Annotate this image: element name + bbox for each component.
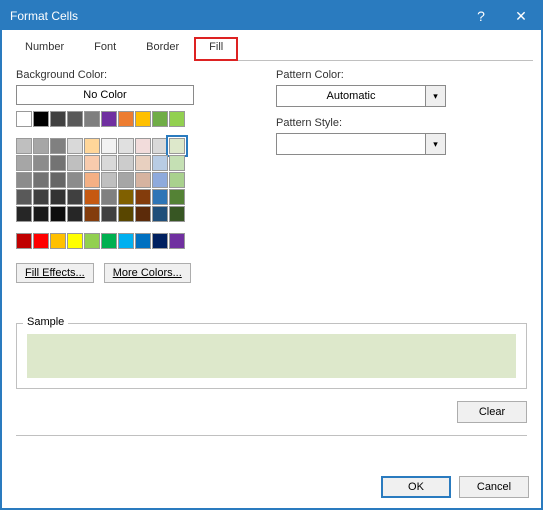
tab-border[interactable]: Border xyxy=(131,37,194,61)
color-swatch[interactable] xyxy=(33,206,49,222)
color-swatch[interactable] xyxy=(169,138,185,154)
color-swatch[interactable] xyxy=(84,111,100,127)
color-swatch[interactable] xyxy=(33,233,49,249)
color-swatch[interactable] xyxy=(16,111,32,127)
titlebar[interactable]: Format Cells ? ✕ xyxy=(2,2,541,30)
color-swatch[interactable] xyxy=(101,189,117,205)
color-swatch[interactable] xyxy=(169,155,185,171)
color-swatch[interactable] xyxy=(50,138,66,154)
color-swatch[interactable] xyxy=(50,172,66,188)
color-swatch[interactable] xyxy=(135,233,151,249)
chevron-down-icon[interactable]: ▾ xyxy=(425,86,445,106)
color-swatch[interactable] xyxy=(16,138,32,154)
color-swatch[interactable] xyxy=(67,206,83,222)
color-swatch[interactable] xyxy=(67,233,83,249)
sample-group: Sample xyxy=(16,323,527,389)
tab-strip: Number Font Border Fill xyxy=(2,30,541,60)
color-swatch[interactable] xyxy=(101,206,117,222)
more-colors-button[interactable]: More Colors... xyxy=(104,263,191,283)
color-swatch[interactable] xyxy=(118,155,134,171)
color-swatch[interactable] xyxy=(67,189,83,205)
color-swatch[interactable] xyxy=(16,155,32,171)
color-swatch[interactable] xyxy=(169,189,185,205)
tab-fill[interactable]: Fill xyxy=(194,37,238,61)
color-swatch[interactable] xyxy=(16,189,32,205)
color-swatch[interactable] xyxy=(118,138,134,154)
color-swatch[interactable] xyxy=(152,155,168,171)
pattern-color-combo[interactable]: Automatic ▾ xyxy=(276,85,446,107)
color-swatch[interactable] xyxy=(67,155,83,171)
color-swatch[interactable] xyxy=(50,206,66,222)
color-palette xyxy=(16,111,266,249)
color-swatch[interactable] xyxy=(152,189,168,205)
color-swatch[interactable] xyxy=(50,189,66,205)
color-swatch[interactable] xyxy=(135,172,151,188)
tab-number[interactable]: Number xyxy=(10,37,79,61)
pattern-style-label: Pattern Style: xyxy=(276,117,527,129)
color-swatch[interactable] xyxy=(16,172,32,188)
color-swatch[interactable] xyxy=(33,155,49,171)
color-swatch[interactable] xyxy=(101,172,117,188)
color-swatch[interactable] xyxy=(169,111,185,127)
color-swatch[interactable] xyxy=(84,233,100,249)
color-swatch[interactable] xyxy=(169,206,185,222)
color-swatch[interactable] xyxy=(50,155,66,171)
bgcolor-label: Background Color: xyxy=(16,69,266,81)
color-swatch[interactable] xyxy=(118,206,134,222)
color-swatch[interactable] xyxy=(84,206,100,222)
color-swatch[interactable] xyxy=(135,111,151,127)
fill-effects-button[interactable]: Fill Effects... xyxy=(16,263,94,283)
color-swatch[interactable] xyxy=(152,111,168,127)
color-swatch[interactable] xyxy=(50,233,66,249)
pattern-style-combo[interactable]: ▾ xyxy=(276,133,446,155)
color-swatch[interactable] xyxy=(118,189,134,205)
color-swatch[interactable] xyxy=(33,172,49,188)
sample-preview xyxy=(27,334,516,378)
color-swatch[interactable] xyxy=(135,206,151,222)
color-swatch[interactable] xyxy=(169,172,185,188)
color-swatch[interactable] xyxy=(118,172,134,188)
color-swatch[interactable] xyxy=(33,111,49,127)
pattern-style-value xyxy=(277,134,425,154)
color-swatch[interactable] xyxy=(84,189,100,205)
separator xyxy=(16,435,527,436)
color-swatch[interactable] xyxy=(84,138,100,154)
tab-font[interactable]: Font xyxy=(79,37,131,61)
color-swatch[interactable] xyxy=(101,138,117,154)
ok-button[interactable]: OK xyxy=(381,476,451,498)
color-swatch[interactable] xyxy=(101,233,117,249)
color-swatch[interactable] xyxy=(84,155,100,171)
color-swatch[interactable] xyxy=(118,111,134,127)
color-swatch[interactable] xyxy=(152,233,168,249)
chevron-down-icon[interactable]: ▾ xyxy=(425,134,445,154)
color-swatch[interactable] xyxy=(152,206,168,222)
color-swatch[interactable] xyxy=(152,138,168,154)
color-swatch[interactable] xyxy=(67,111,83,127)
color-swatch[interactable] xyxy=(33,189,49,205)
color-swatch[interactable] xyxy=(135,155,151,171)
help-button[interactable]: ? xyxy=(461,2,501,30)
dialog-title: Format Cells xyxy=(10,9,461,23)
color-swatch[interactable] xyxy=(152,172,168,188)
color-swatch[interactable] xyxy=(84,172,100,188)
color-swatch[interactable] xyxy=(50,111,66,127)
no-color-button[interactable]: No Color xyxy=(16,85,194,105)
color-swatch[interactable] xyxy=(101,155,117,171)
color-swatch[interactable] xyxy=(16,233,32,249)
color-swatch[interactable] xyxy=(33,138,49,154)
clear-button[interactable]: Clear xyxy=(457,401,527,423)
color-swatch[interactable] xyxy=(118,233,134,249)
color-swatch[interactable] xyxy=(135,138,151,154)
color-swatch[interactable] xyxy=(101,111,117,127)
pattern-color-value: Automatic xyxy=(277,86,425,106)
color-swatch[interactable] xyxy=(67,172,83,188)
color-swatch[interactable] xyxy=(16,206,32,222)
sample-label: Sample xyxy=(23,316,68,328)
pattern-color-label: Pattern Color: xyxy=(276,69,527,81)
cancel-button[interactable]: Cancel xyxy=(459,476,529,498)
close-button[interactable]: ✕ xyxy=(501,2,541,30)
color-swatch[interactable] xyxy=(135,189,151,205)
color-swatch[interactable] xyxy=(67,138,83,154)
color-swatch[interactable] xyxy=(169,233,185,249)
